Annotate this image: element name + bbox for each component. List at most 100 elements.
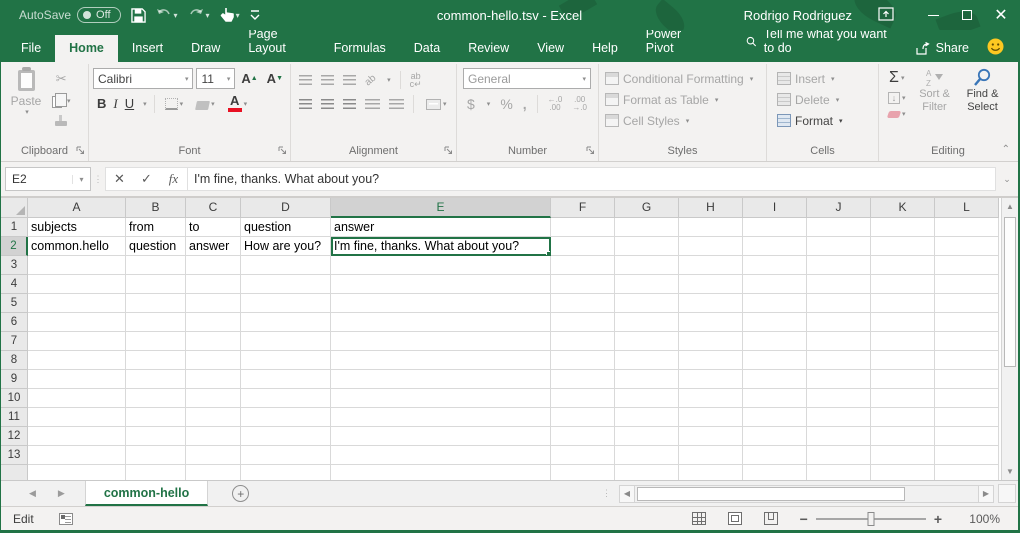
cell-J12[interactable] <box>807 427 871 446</box>
cell-C12[interactable] <box>186 427 241 446</box>
horizontal-scroll-thumb[interactable] <box>637 487 905 501</box>
font-name-combo[interactable]: Calibri▾ <box>93 68 193 89</box>
redo-dropdown[interactable]: ▾ <box>206 11 210 20</box>
cell-C6[interactable] <box>186 313 241 332</box>
cell-E12[interactable] <box>331 427 551 446</box>
cell-J9[interactable] <box>807 370 871 389</box>
tab-insert[interactable]: Insert <box>118 35 177 62</box>
cell-F9[interactable] <box>551 370 615 389</box>
cell-J3[interactable] <box>807 256 871 275</box>
cell-E2[interactable]: I'm fine, thanks. What about you? <box>331 237 551 256</box>
cell-L14[interactable] <box>935 465 999 480</box>
cell-B2[interactable]: question <box>126 237 186 256</box>
cell-I14[interactable] <box>743 465 807 480</box>
cell-L10[interactable] <box>935 389 999 408</box>
cell-H8[interactable] <box>679 351 743 370</box>
cell-L4[interactable] <box>935 275 999 294</box>
column-header-I[interactable]: I <box>743 198 807 218</box>
row-header-2[interactable]: 2 <box>1 237 28 256</box>
zoom-in-button[interactable]: + <box>934 514 942 524</box>
cell-D9[interactable] <box>241 370 331 389</box>
tab-formulas[interactable]: Formulas <box>320 35 400 62</box>
cell-C11[interactable] <box>186 408 241 427</box>
column-header-K[interactable]: K <box>871 198 935 218</box>
underline-button[interactable]: U <box>125 98 134 110</box>
cell-A4[interactable] <box>28 275 126 294</box>
cell-D3[interactable] <box>241 256 331 275</box>
fill-button[interactable]: ↓▾ <box>885 90 909 106</box>
close-button[interactable]: ✕ <box>984 0 1018 30</box>
cut-button[interactable]: ✂ <box>49 69 74 89</box>
cell-D4[interactable] <box>241 275 331 294</box>
cell-F2[interactable] <box>551 237 615 256</box>
column-header-B[interactable]: B <box>126 198 186 218</box>
orientation-button[interactable]: ab <box>363 72 379 88</box>
save-button[interactable] <box>131 8 146 23</box>
cell-C14[interactable] <box>186 465 241 480</box>
cell-D13[interactable] <box>241 446 331 465</box>
name-box[interactable]: E2 ▾ <box>5 167 91 191</box>
cell-B13[interactable] <box>126 446 186 465</box>
touch-mode-dropdown[interactable]: ▾ <box>236 11 240 20</box>
customize-quick-access-button[interactable] <box>250 9 260 21</box>
vertical-scroll-thumb[interactable] <box>1004 217 1016 367</box>
font-color-button[interactable]: A▾ <box>225 93 251 114</box>
cell-C1[interactable]: to <box>186 218 241 237</box>
horizontal-scrollbar[interactable]: ◀ ▶ <box>619 484 994 503</box>
vertical-scrollbar[interactable]: ▲ ▼ <box>1001 198 1018 480</box>
cell-A5[interactable] <box>28 294 126 313</box>
cell-J13[interactable] <box>807 446 871 465</box>
row-header-8[interactable]: 8 <box>1 351 28 370</box>
ribbon-display-options-button[interactable] <box>878 7 894 24</box>
cell-A12[interactable] <box>28 427 126 446</box>
cell-K12[interactable] <box>871 427 935 446</box>
cell-B5[interactable] <box>126 294 186 313</box>
row-header-3[interactable]: 3 <box>1 256 28 275</box>
cell-I10[interactable] <box>743 389 807 408</box>
merge-center-button[interactable]: ▾ <box>423 97 450 112</box>
cell-E3[interactable] <box>331 256 551 275</box>
cell-C13[interactable] <box>186 446 241 465</box>
name-box-dropdown[interactable]: ▾ <box>72 175 90 184</box>
cell-H14[interactable] <box>679 465 743 480</box>
cell-E4[interactable] <box>331 275 551 294</box>
cell-D5[interactable] <box>241 294 331 313</box>
clipboard-dialog-launcher[interactable] <box>76 144 85 158</box>
paste-dropdown[interactable]: ▾ <box>25 108 29 116</box>
maximize-button[interactable] <box>950 0 984 30</box>
cell-H1[interactable] <box>679 218 743 237</box>
cell-F10[interactable] <box>551 389 615 408</box>
column-header-J[interactable]: J <box>807 198 871 218</box>
cell-I7[interactable] <box>743 332 807 351</box>
cell-D1[interactable]: question <box>241 218 331 237</box>
formula-bar-splitter[interactable]: ⋮ <box>91 177 105 181</box>
cell-G7[interactable] <box>615 332 679 351</box>
cell-D6[interactable] <box>241 313 331 332</box>
cell-K11[interactable] <box>871 408 935 427</box>
row-header-1[interactable]: 1 <box>1 218 28 237</box>
font-size-combo[interactable]: 11▾ <box>196 68 235 89</box>
cell-E5[interactable] <box>331 294 551 313</box>
cell-L12[interactable] <box>935 427 999 446</box>
row-header-7[interactable]: 7 <box>1 332 28 351</box>
tab-draw[interactable]: Draw <box>177 35 234 62</box>
insert-function-button[interactable]: fx <box>160 171 187 187</box>
tab-scroll-splitter[interactable]: ⋮ <box>602 481 619 506</box>
cell-F8[interactable] <box>551 351 615 370</box>
align-left-icon[interactable] <box>299 99 312 109</box>
cell-J6[interactable] <box>807 313 871 332</box>
cell-L1[interactable] <box>935 218 999 237</box>
format-cells-button[interactable]: Format▾ <box>777 110 876 131</box>
cell-A9[interactable] <box>28 370 126 389</box>
formula-input[interactable]: I'm fine, thanks. What about you? <box>188 167 996 191</box>
collapse-ribbon-button[interactable]: ⌃ <box>1002 144 1010 155</box>
cell-G10[interactable] <box>615 389 679 408</box>
touch-mouse-mode-button[interactable]: ▾ <box>220 7 240 23</box>
cell-I3[interactable] <box>743 256 807 275</box>
borders-button[interactable]: ▾ <box>162 96 187 112</box>
row-header-12[interactable]: 12 <box>1 427 28 446</box>
undo-dropdown[interactable]: ▾ <box>174 11 178 20</box>
decrease-indent-icon[interactable] <box>365 99 380 109</box>
cell-D7[interactable] <box>241 332 331 351</box>
scroll-left-arrow[interactable]: ◀ <box>619 485 635 503</box>
